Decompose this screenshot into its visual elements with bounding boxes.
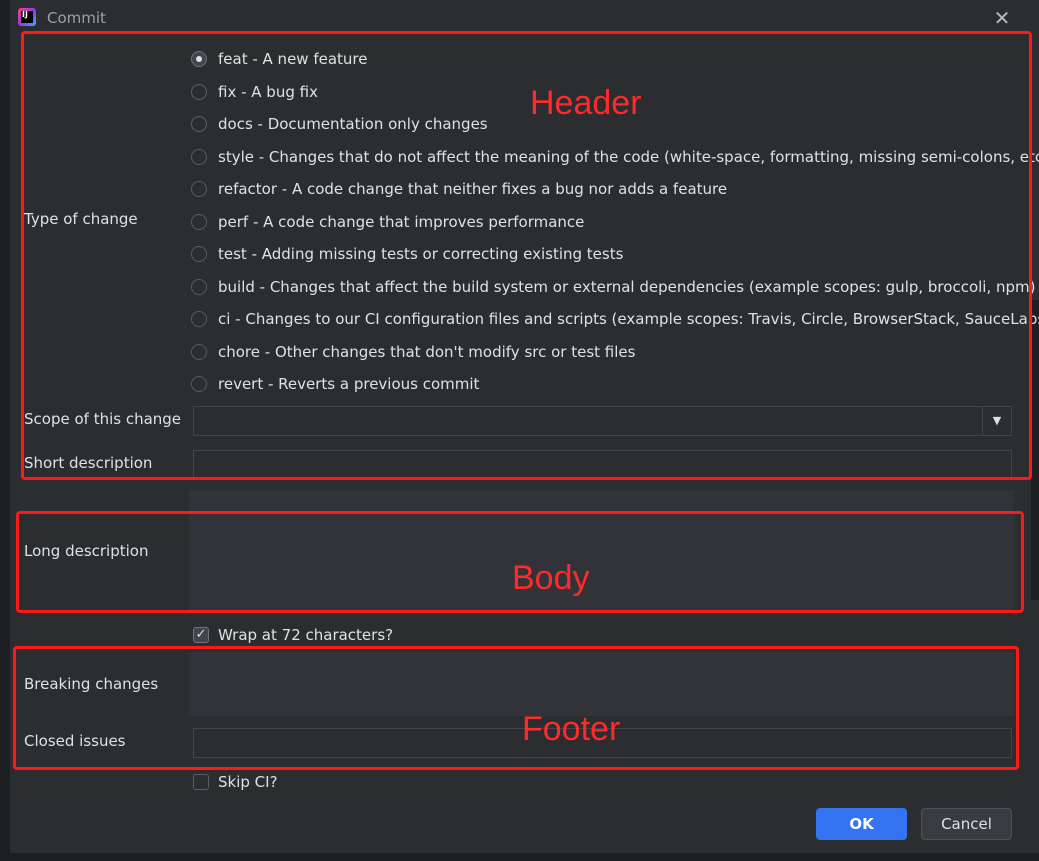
radio-button[interactable] [191, 181, 207, 197]
cancel-button[interactable]: Cancel [921, 808, 1012, 840]
radio-button[interactable] [191, 149, 207, 165]
radio-button[interactable] [191, 84, 207, 100]
radio-button[interactable] [191, 116, 207, 132]
wrap-checkbox-row[interactable]: ✓ Wrap at 72 characters? [193, 625, 393, 645]
closed-issues-label: Closed issues [24, 732, 126, 750]
type-option-row[interactable]: chore - Other changes that don't modify … [191, 341, 635, 363]
radio-button[interactable] [191, 344, 207, 360]
skip-ci-checkbox-label: Skip CI? [218, 773, 278, 791]
commit-dialog: IJ Commit ✕ Type of change feat - A new … [10, 0, 1039, 853]
window-title: Commit [47, 9, 106, 27]
chevron-down-icon[interactable]: ▼ [982, 407, 1011, 435]
breaking-changes-label: Breaking changes [24, 675, 159, 693]
type-option-row[interactable]: fix - A bug fix [191, 81, 318, 103]
type-option-row[interactable]: refactor - A code change that neither fi… [191, 178, 727, 200]
type-option-label: feat - A new feature [218, 50, 368, 68]
wrap-checkbox[interactable]: ✓ [193, 627, 209, 643]
background-editor-strip [0, 0, 10, 861]
type-option-row[interactable]: perf - A code change that improves perfo… [191, 211, 584, 233]
type-option-row[interactable]: test - Adding missing tests or correctin… [191, 243, 623, 265]
ok-button[interactable]: OK [816, 808, 907, 840]
long-description-label: Long description [24, 542, 149, 560]
closed-issues-input[interactable] [193, 728, 1012, 758]
radio-button[interactable] [191, 51, 207, 67]
wrap-checkbox-label: Wrap at 72 characters? [218, 626, 394, 644]
radio-button[interactable] [191, 279, 207, 295]
type-option-row[interactable]: style - Changes that do not affect the m… [191, 146, 1039, 168]
short-description-label: Short description [24, 454, 153, 472]
type-option-row[interactable]: revert - Reverts a previous commit [191, 373, 479, 395]
type-option-row[interactable]: feat - A new feature [191, 48, 368, 70]
skip-ci-checkbox-row[interactable]: Skip CI? [193, 772, 278, 792]
skip-ci-checkbox[interactable] [193, 774, 209, 790]
type-option-row[interactable]: build - Changes that affect the build sy… [191, 276, 1036, 298]
breaking-changes-textarea[interactable] [189, 652, 1014, 716]
type-option-label: chore - Other changes that don't modify … [218, 343, 636, 361]
short-description-input[interactable] [193, 450, 1012, 480]
type-option-label: test - Adding missing tests or correctin… [218, 245, 624, 263]
type-option-label: refactor - A code change that neither fi… [218, 180, 728, 198]
radio-button[interactable] [191, 311, 207, 327]
type-option-label: perf - A code change that improves perfo… [218, 213, 585, 231]
type-option-label: ci - Changes to our CI configuration fil… [218, 310, 1039, 328]
radio-button[interactable] [191, 214, 207, 230]
type-option-label: docs - Documentation only changes [218, 115, 488, 133]
long-description-textarea[interactable] [189, 490, 1014, 610]
background-editor-strip-right [1031, 300, 1039, 600]
close-icon[interactable]: ✕ [991, 7, 1013, 29]
radio-button[interactable] [191, 246, 207, 262]
intellij-app-icon: IJ [18, 8, 36, 26]
title-bar: IJ Commit ✕ [10, 0, 1031, 36]
scope-combobox[interactable]: ▼ [193, 406, 1012, 436]
type-option-row[interactable]: ci - Changes to our CI configuration fil… [191, 308, 1039, 330]
type-option-label: build - Changes that affect the build sy… [218, 278, 1036, 296]
type-option-label: fix - A bug fix [218, 83, 318, 101]
type-of-change-label: Type of change [24, 210, 138, 228]
type-option-label: revert - Reverts a previous commit [218, 375, 480, 393]
type-option-row[interactable]: docs - Documentation only changes [191, 113, 488, 135]
type-option-label: style - Changes that do not affect the m… [218, 148, 1039, 166]
scope-label: Scope of this change [24, 410, 182, 428]
background-editor-strip-bottom [0, 853, 1039, 861]
radio-button[interactable] [191, 376, 207, 392]
